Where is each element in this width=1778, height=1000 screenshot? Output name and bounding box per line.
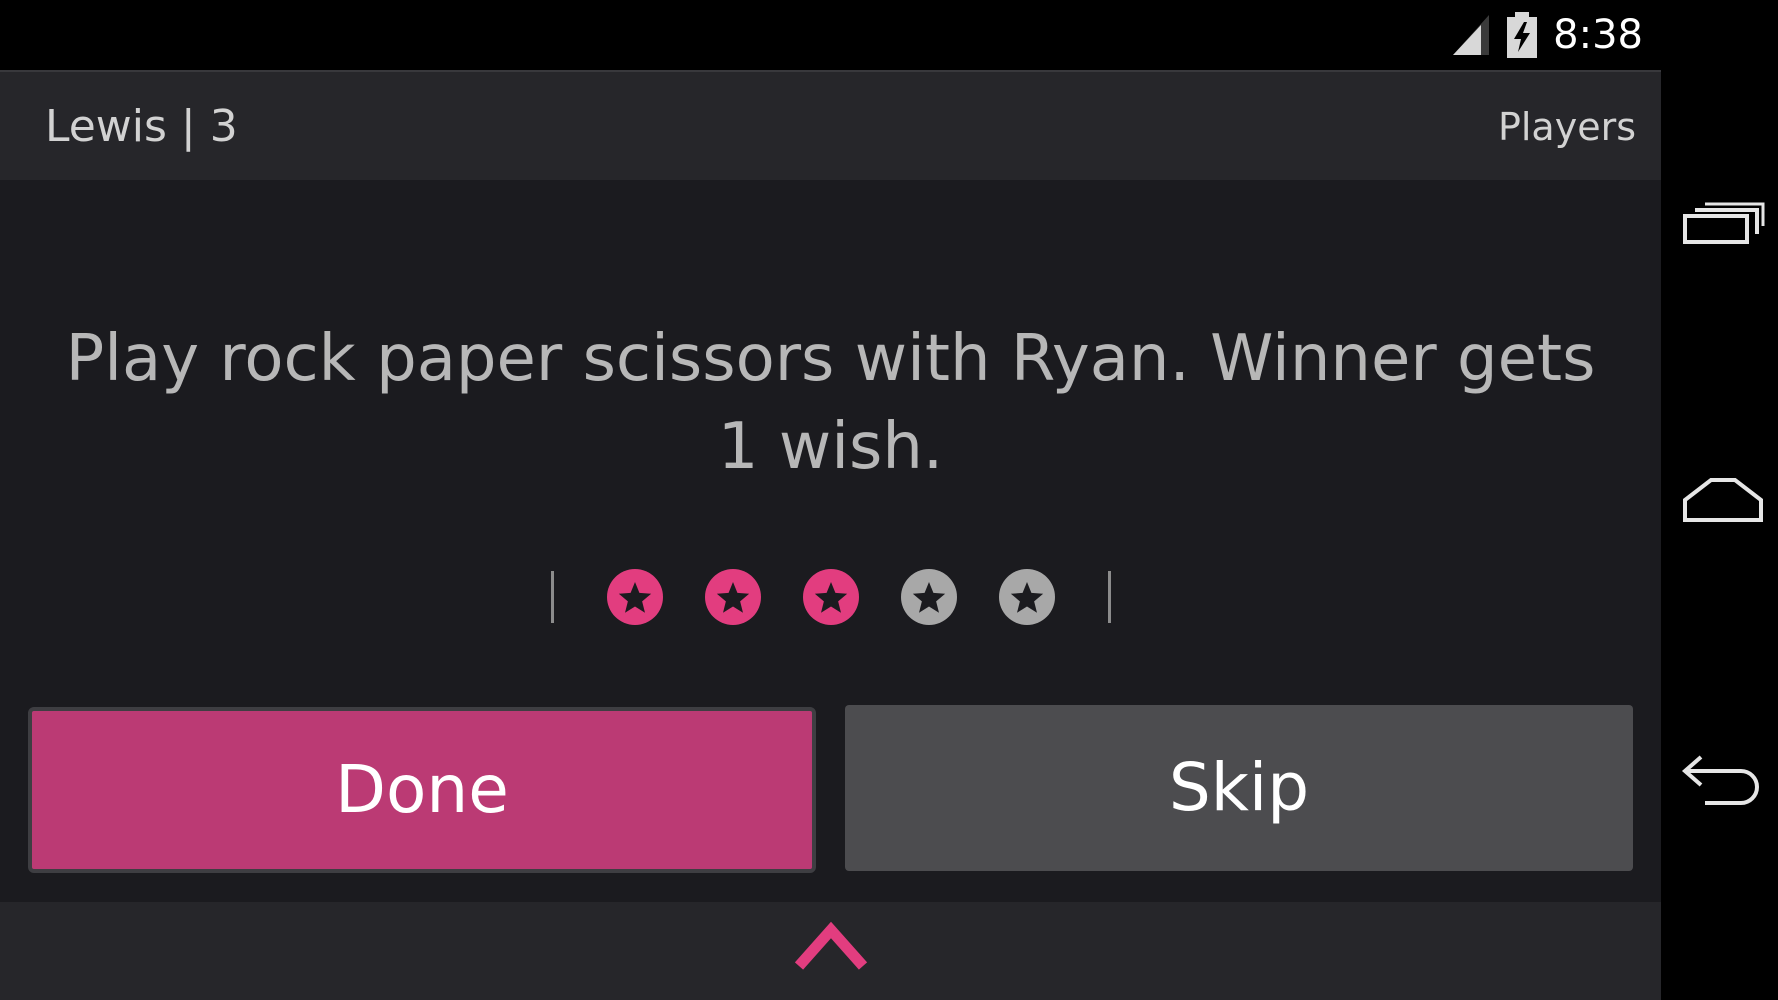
status-bar: 8:38 <box>0 0 1661 70</box>
players-button[interactable]: Players <box>1498 72 1636 182</box>
navigation-bar <box>1661 0 1778 1000</box>
task-card: Play rock paper scissors with Ryan. Winn… <box>0 180 1661 972</box>
page-title: Lewis | 3 <box>45 101 238 152</box>
app-screen: Lewis | 3 Players Play rock paper scisso… <box>0 70 1661 1000</box>
star-icon[interactable] <box>998 568 1056 626</box>
status-time: 8:38 <box>1553 12 1643 58</box>
star-icon[interactable] <box>802 568 860 626</box>
star-icon[interactable] <box>900 568 958 626</box>
star-icon[interactable] <box>704 568 762 626</box>
task-text: Play rock paper scissors with Ryan. Winn… <box>65 322 1596 484</box>
recent-apps-icon[interactable] <box>1681 196 1765 256</box>
action-bar: Lewis | 3 Players <box>0 70 1661 180</box>
back-icon[interactable] <box>1681 745 1765 805</box>
skip-button[interactable]: Skip <box>845 705 1633 871</box>
action-buttons: Done Skip <box>28 705 1633 873</box>
bottom-bar <box>0 902 1661 1000</box>
rating-bar[interactable] <box>0 567 1661 627</box>
status-icons: 8:38 <box>1451 8 1643 62</box>
rating-left-divider <box>550 571 554 623</box>
battery-charging-icon <box>1507 12 1538 58</box>
rating-right-divider <box>1107 571 1111 623</box>
signal-icon <box>1453 15 1490 55</box>
star-icon[interactable] <box>606 568 664 626</box>
done-button[interactable]: Done <box>28 707 816 873</box>
home-icon[interactable] <box>1681 470 1765 530</box>
chevron-up-icon[interactable] <box>793 920 869 972</box>
